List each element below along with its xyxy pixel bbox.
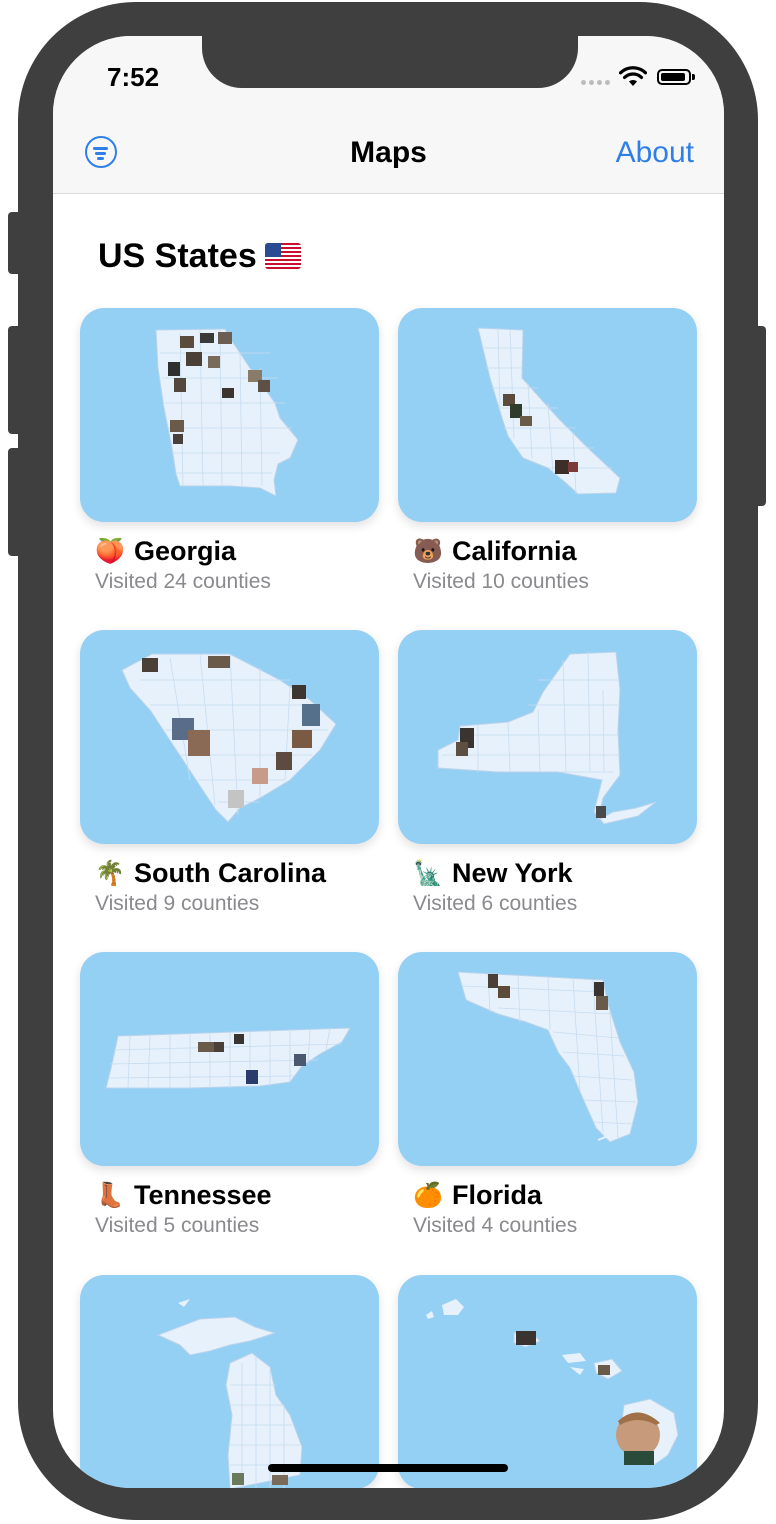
state-card-tennessee[interactable]	[80, 952, 379, 1166]
visited-count: Visited 4 counties	[413, 1214, 578, 1237]
state-label-florida: 🍊 Florida Visited 4 counties	[413, 1180, 713, 1238]
state-name: California	[452, 536, 577, 566]
california-map	[477, 327, 621, 495]
peach-icon: 🍑	[95, 538, 125, 565]
state-name: Georgia	[134, 536, 237, 566]
visited-count: Visited 24 counties	[95, 570, 271, 593]
side-button-volume-down	[8, 448, 20, 556]
state-name: Tennessee	[134, 1180, 272, 1210]
side-button-power	[756, 326, 766, 506]
wifi-icon	[619, 66, 647, 86]
georgia-map	[155, 328, 299, 497]
michigan-map	[156, 1299, 303, 1488]
section-title-text: US States	[98, 237, 257, 275]
state-name: Florida	[452, 1180, 543, 1210]
side-button-mute	[8, 212, 20, 274]
visited-count: Visited 6 counties	[413, 892, 578, 915]
cellular-signal-icon	[581, 80, 610, 85]
side-button-volume-up	[8, 326, 20, 434]
navigation-bar: Maps About	[53, 116, 724, 194]
state-label-california: 🐻 California Visited 10 counties	[413, 536, 713, 594]
state-card-california[interactable]	[398, 308, 697, 522]
visited-county-photos	[516, 1331, 660, 1465]
hawaii-map	[426, 1299, 679, 1466]
state-label-south-carolina: 🌴 South Carolina Visited 9 counties	[95, 858, 395, 916]
notch	[202, 36, 578, 88]
visited-count: Visited 5 counties	[95, 1214, 260, 1237]
state-card-hawaii[interactable]	[398, 1275, 697, 1488]
state-card-florida[interactable]	[398, 952, 697, 1166]
state-name: New York	[452, 858, 573, 888]
orange-icon: 🍊	[413, 1182, 443, 1209]
battery-icon	[657, 69, 695, 85]
state-label-new-york: 🗽 New York Visited 6 counties	[413, 858, 713, 916]
state-card-south-carolina[interactable]	[80, 630, 379, 844]
state-card-michigan[interactable]	[80, 1275, 379, 1488]
state-label-tennessee: 👢 Tennessee Visited 5 counties	[95, 1180, 395, 1238]
home-indicator[interactable]	[268, 1464, 508, 1472]
florida-map	[457, 971, 639, 1143]
new-york-map	[437, 651, 657, 825]
app-screen: 7:52 Maps About US States 🍑 Georgia Visi…	[53, 36, 724, 1488]
us-flag-icon	[264, 243, 301, 269]
visited-count: Visited 10 counties	[413, 570, 589, 593]
state-name: South Carolina	[134, 858, 327, 888]
boot-icon: 👢	[95, 1182, 125, 1209]
palm-tree-icon: 🌴	[95, 860, 125, 887]
visited-count: Visited 9 counties	[95, 892, 260, 915]
statue-of-liberty-icon: 🗽	[413, 860, 443, 887]
status-time: 7:52	[107, 62, 160, 92]
south-carolina-map	[121, 653, 337, 823]
section-title: US States	[98, 237, 301, 276]
tennessee-map	[105, 1027, 351, 1089]
state-card-new-york[interactable]	[398, 630, 697, 844]
bear-icon: 🐻	[413, 538, 443, 565]
about-button[interactable]: About	[616, 136, 694, 170]
state-card-georgia[interactable]	[80, 308, 379, 522]
state-label-georgia: 🍑 Georgia Visited 24 counties	[95, 536, 395, 594]
